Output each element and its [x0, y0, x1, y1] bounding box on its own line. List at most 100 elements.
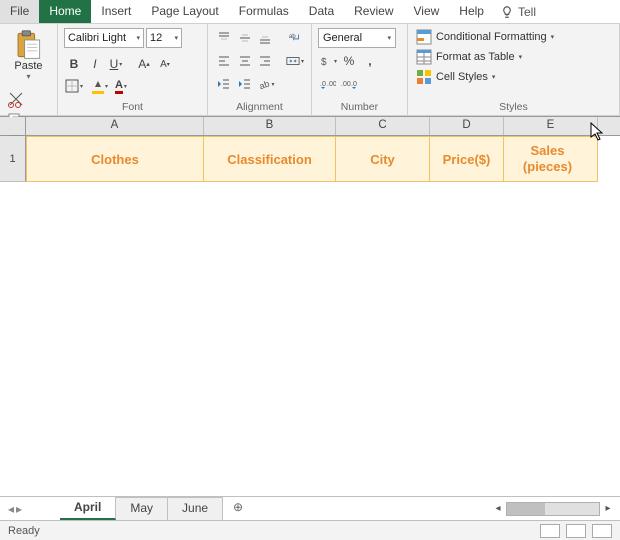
- font-size-select[interactable]: 12 ▾: [146, 28, 182, 48]
- sheet-nav-next-icon: ▸: [16, 502, 22, 516]
- menu-formulas[interactable]: Formulas: [229, 0, 299, 23]
- page-layout-view-button[interactable]: [566, 524, 586, 538]
- percent-format-button[interactable]: %: [339, 51, 359, 71]
- styles-group-label: Styles: [414, 99, 613, 113]
- group-number: General▾ $▾ % , .0.00 .00.0 Number: [312, 24, 408, 115]
- scrollbar-track: [506, 502, 600, 516]
- header-classification[interactable]: Classification: [204, 136, 336, 182]
- sheet-nav-prev-icon: ◂: [8, 502, 14, 516]
- format-as-table-icon: [416, 49, 432, 65]
- increase-font-button[interactable]: A▴: [134, 54, 154, 74]
- increase-decimal-button[interactable]: .0.00: [318, 74, 338, 94]
- grid: 1 Clothes Classification City Price($) S…: [0, 136, 620, 476]
- conditional-formatting-label: Conditional Formatting: [436, 31, 547, 43]
- chevron-down-icon: ▾: [387, 34, 391, 42]
- font-size-value: 12: [150, 32, 162, 44]
- column-header-d[interactable]: D: [430, 117, 504, 135]
- menu-home[interactable]: Home: [39, 0, 91, 23]
- sheet-tab-may[interactable]: May: [116, 497, 168, 520]
- align-middle-button[interactable]: [235, 28, 255, 48]
- number-group-label: Number: [318, 99, 401, 113]
- menu-file[interactable]: File: [0, 0, 39, 23]
- select-all-corner[interactable]: [0, 117, 26, 135]
- scroll-left-icon: ◂: [490, 503, 506, 514]
- chevron-down-icon: ▾: [174, 34, 178, 42]
- align-bottom-button[interactable]: [255, 28, 275, 48]
- status-bar: Ready: [0, 520, 620, 540]
- format-as-table-label: Format as Table: [436, 51, 515, 63]
- group-clipboard: Paste ▾ Clipboard: [0, 24, 58, 115]
- scrollbar-thumb[interactable]: [507, 503, 545, 515]
- sheet-tab-april[interactable]: April: [60, 497, 116, 520]
- header-city[interactable]: City: [336, 136, 430, 182]
- table-header-row: 1 Clothes Classification City Price($) S…: [0, 136, 620, 182]
- number-format-select[interactable]: General▾: [318, 28, 396, 48]
- align-right-button[interactable]: [255, 51, 275, 71]
- cut-button[interactable]: [6, 89, 26, 107]
- merge-center-button[interactable]: ▾: [285, 51, 305, 71]
- header-sales[interactable]: Sales (pieces): [504, 136, 598, 182]
- align-top-button[interactable]: [214, 28, 234, 48]
- menu-view[interactable]: View: [404, 0, 450, 23]
- font-group-label: Font: [64, 99, 201, 113]
- alignment-group-label: Alignment: [214, 99, 305, 113]
- paste-button[interactable]: Paste ▾: [6, 28, 51, 83]
- accounting-format-button[interactable]: $▾: [318, 51, 338, 71]
- ribbon: Paste ▾ Clipboard Calibri Light▾ 12 ▾ B I…: [0, 24, 620, 116]
- svg-text:.00: .00: [341, 81, 351, 88]
- borders-button[interactable]: ▾: [64, 76, 84, 96]
- menu-bar: File Home Insert Page Layout Formulas Da…: [0, 0, 620, 24]
- fill-color-button[interactable]: ▾: [90, 76, 110, 96]
- column-header-c[interactable]: C: [336, 117, 430, 135]
- menu-review[interactable]: Review: [344, 0, 403, 23]
- orientation-button[interactable]: ab▾: [256, 74, 276, 94]
- increase-indent-button[interactable]: [235, 74, 255, 94]
- svg-text:.00: .00: [327, 81, 336, 88]
- cell-styles-button[interactable]: Cell Styles▾: [414, 68, 613, 86]
- bold-button[interactable]: B: [64, 54, 84, 74]
- add-sheet-button[interactable]: ⊕: [223, 497, 253, 520]
- format-as-table-button[interactable]: Format as Table▾: [414, 48, 613, 66]
- italic-button[interactable]: I: [85, 54, 105, 74]
- group-alignment: ab ▾ ab▾ Alignment: [208, 24, 312, 115]
- scroll-right-icon: ▸: [600, 503, 616, 514]
- header-clothes[interactable]: Clothes: [26, 136, 204, 182]
- paste-label: Paste: [14, 60, 42, 72]
- svg-text:.0: .0: [320, 81, 326, 88]
- column-header-e[interactable]: E: [504, 117, 598, 135]
- page-break-view-button[interactable]: [592, 524, 612, 538]
- lightbulb-icon: [500, 5, 514, 19]
- svg-text:.0: .0: [351, 81, 357, 88]
- normal-view-button[interactable]: [540, 524, 560, 538]
- sheet-tab-june[interactable]: June: [168, 497, 223, 520]
- conditional-formatting-button[interactable]: Conditional Formatting▾: [414, 28, 613, 46]
- wrap-text-button[interactable]: ab: [285, 28, 305, 48]
- chevron-down-icon: ▾: [136, 34, 140, 42]
- align-center-button[interactable]: [235, 51, 255, 71]
- conditional-formatting-icon: [416, 29, 432, 45]
- horizontal-scrollbar[interactable]: ◂ ▸: [490, 497, 620, 520]
- column-headers: A B C D E: [0, 116, 620, 136]
- menu-help[interactable]: Help: [449, 0, 494, 23]
- group-font: Calibri Light▾ 12 ▾ B I U▾ A▴ A▾ ▾ ▾ A▾ F…: [58, 24, 208, 115]
- sheet-nav-buttons[interactable]: ◂ ▸: [0, 497, 60, 520]
- decrease-indent-button[interactable]: [214, 74, 234, 94]
- menu-page-layout[interactable]: Page Layout: [141, 0, 228, 23]
- header-price[interactable]: Price($): [430, 136, 504, 182]
- align-left-button[interactable]: [214, 51, 234, 71]
- row-header-1[interactable]: 1: [0, 136, 26, 182]
- column-header-a[interactable]: A: [26, 117, 204, 135]
- tell-me-label: Tell: [518, 5, 536, 19]
- decrease-font-button[interactable]: A▾: [155, 54, 175, 74]
- cell-styles-icon: [416, 69, 432, 85]
- column-header-b[interactable]: B: [204, 117, 336, 135]
- tell-me[interactable]: Tell: [494, 0, 542, 23]
- font-name-select[interactable]: Calibri Light▾: [64, 28, 144, 48]
- comma-format-button[interactable]: ,: [360, 51, 380, 71]
- paste-icon: [14, 30, 42, 60]
- menu-insert[interactable]: Insert: [91, 0, 141, 23]
- menu-data[interactable]: Data: [299, 0, 344, 23]
- decrease-decimal-button[interactable]: .00.0: [339, 74, 359, 94]
- font-color-button[interactable]: A▾: [111, 76, 131, 96]
- underline-button[interactable]: U▾: [106, 54, 126, 74]
